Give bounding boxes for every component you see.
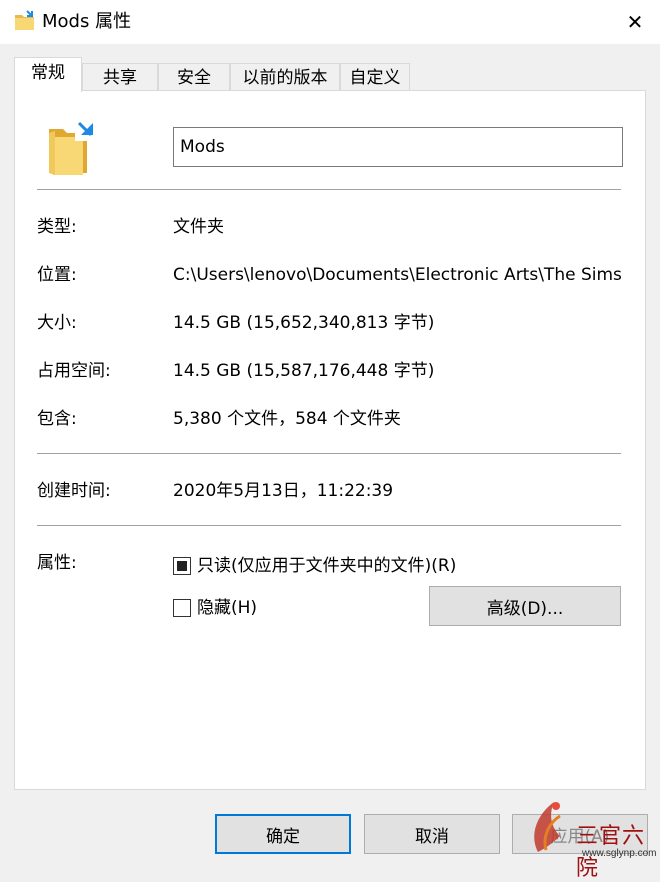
advanced-button[interactable]: 高级(D)... <box>429 586 621 626</box>
readonly-label: 只读(仅应用于文件夹中的文件)(R) <box>197 556 457 576</box>
indeterminate-mark <box>177 561 187 571</box>
separator <box>37 189 621 190</box>
separator <box>37 453 621 454</box>
cancel-button[interactable]: 取消 <box>364 814 500 854</box>
attributes-label: 属性: <box>37 553 77 573</box>
created-value: 2020年5月13日，11:22:39 <box>173 481 394 501</box>
ok-button[interactable]: 确定 <box>215 814 351 854</box>
tab-sharing[interactable]: 共享 <box>82 63 158 91</box>
tab-customize[interactable]: 自定义 <box>340 63 410 91</box>
contains-label: 包含: <box>37 409 77 429</box>
folder-shortcut-icon <box>49 119 97 175</box>
hidden-label: 隐藏(H) <box>197 598 258 618</box>
general-panel: 类型: 文件夹 位置: C:\Users\lenovo\Documents\El… <box>14 90 646 790</box>
size-on-disk-label: 占用空间: <box>37 361 111 381</box>
size-value: 14.5 GB (15,652,340,813 字节) <box>173 313 435 333</box>
size-label: 大小: <box>37 313 77 333</box>
folder-name-input[interactable] <box>173 127 623 167</box>
hidden-checkbox-row[interactable]: 隐藏(H) <box>173 596 257 620</box>
close-icon: ✕ <box>626 10 644 34</box>
type-label: 类型: <box>37 217 77 237</box>
location-label: 位置: <box>37 265 77 285</box>
close-button[interactable]: ✕ <box>610 0 660 44</box>
tab-security[interactable]: 安全 <box>158 63 230 91</box>
created-label: 创建时间: <box>37 481 111 501</box>
type-value: 文件夹 <box>173 217 224 237</box>
size-on-disk-value: 14.5 GB (15,587,176,448 字节) <box>173 361 435 381</box>
separator <box>37 525 621 526</box>
readonly-checkbox[interactable] <box>173 557 191 575</box>
location-value[interactable]: C:\Users\lenovo\Documents\Electronic Art… <box>173 263 625 287</box>
folder-shortcut-icon <box>15 10 34 30</box>
tab-previous-versions[interactable]: 以前的版本 <box>230 63 340 91</box>
watermark-url: www.sglynp.com <box>582 848 657 859</box>
window-title: Mods 属性 <box>42 11 132 32</box>
contains-value: 5,380 个文件，584 个文件夹 <box>173 409 401 429</box>
tab-general[interactable]: 常规 <box>14 57 82 92</box>
readonly-checkbox-row[interactable]: 只读(仅应用于文件夹中的文件)(R) <box>173 554 456 578</box>
title-bar: Mods 属性 ✕ <box>0 0 660 44</box>
hidden-checkbox[interactable] <box>173 599 191 617</box>
